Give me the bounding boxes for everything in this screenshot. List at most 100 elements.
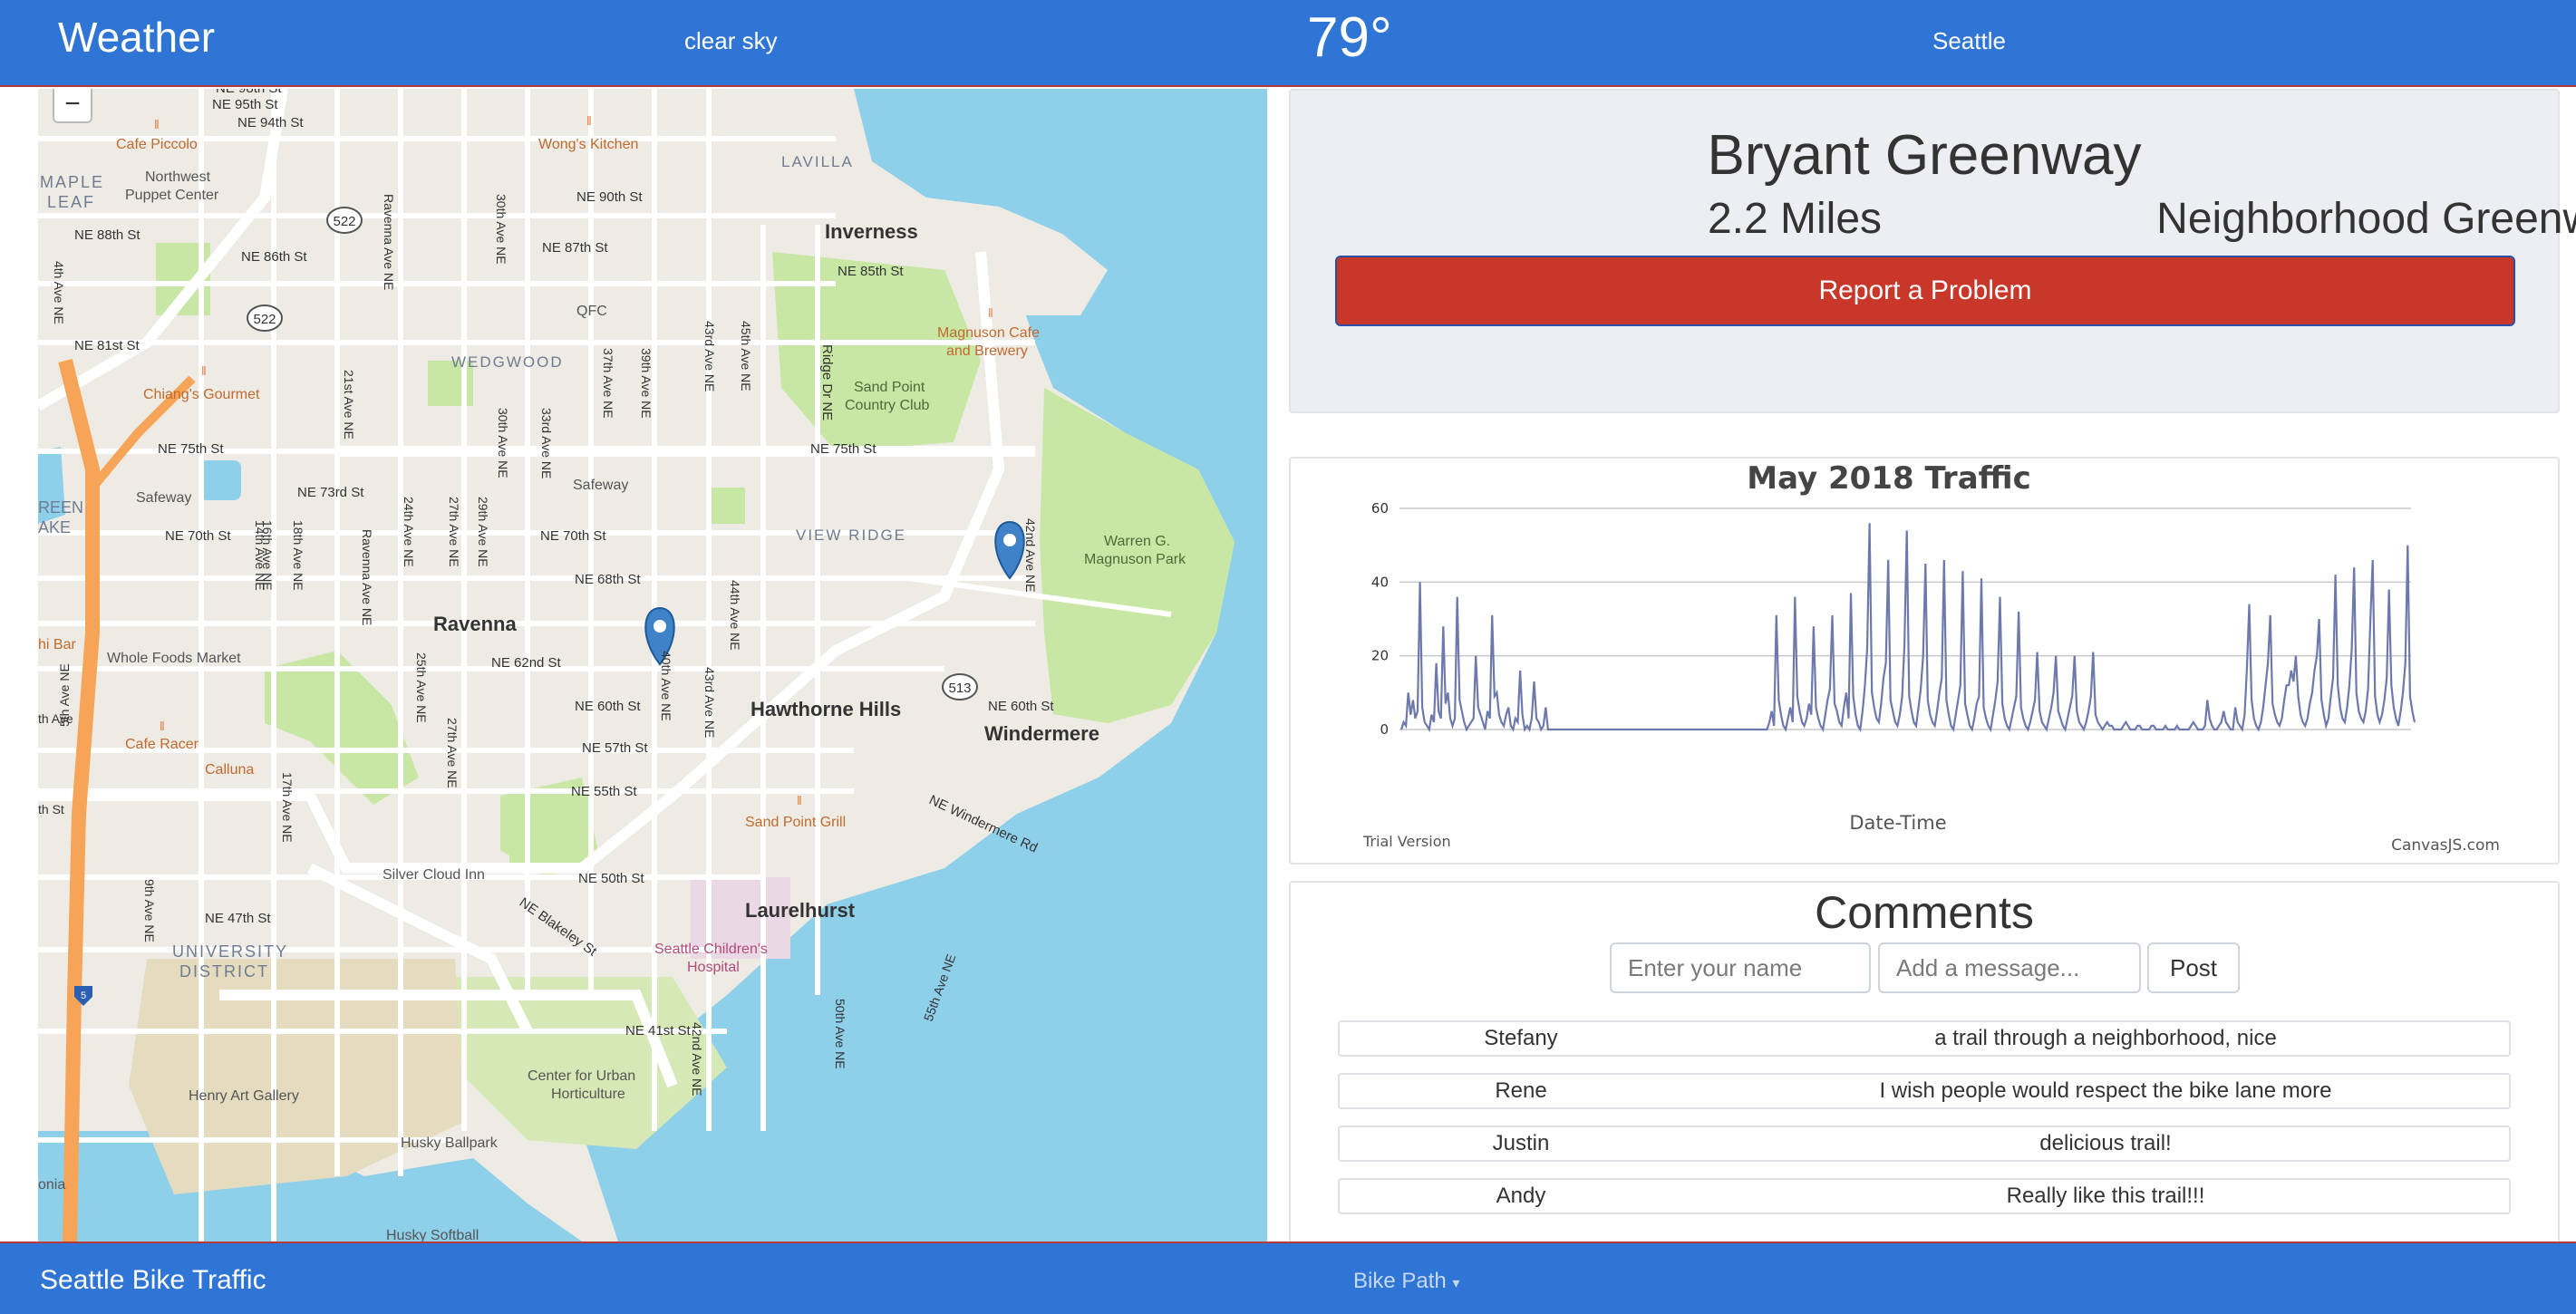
comment-row: Justin delicious trail! — [1338, 1126, 2511, 1162]
svg-text:Husky Ballpark: Husky Ballpark — [401, 1135, 499, 1151]
svg-text:NE 90th St: NE 90th St — [576, 189, 643, 205]
chevron-down-icon: ▾ — [1452, 1276, 1460, 1291]
svg-text:522: 522 — [333, 214, 355, 229]
svg-text:17th Ave NE: 17th Ave NE — [280, 772, 295, 843]
svg-text:NE 68th St: NE 68th St — [575, 572, 641, 587]
svg-text:513: 513 — [948, 681, 971, 696]
svg-text:Puppet Center: Puppet Center — [125, 188, 219, 203]
svg-text:Ravenna: Ravenna — [433, 613, 517, 635]
svg-text:Country Club: Country Club — [845, 398, 929, 413]
svg-text:Northwest: Northwest — [145, 169, 211, 185]
svg-text:18th Ave NE: 18th Ave NE — [291, 520, 305, 591]
svg-text:QFC: QFC — [576, 304, 607, 319]
svg-text:42nd Ave NE: 42nd Ave NE — [1023, 518, 1038, 592]
svg-text:Hospital: Hospital — [687, 960, 740, 975]
svg-text:NE 85th St: NE 85th St — [838, 264, 904, 279]
comment-message: Really like this trail!!! — [2006, 1184, 2205, 1208]
svg-text:30th Ave NE: 30th Ave NE — [494, 194, 508, 265]
svg-text:9th Ave NE: 9th Ave NE — [142, 879, 157, 942]
svg-text:43rd Ave NE: 43rd Ave NE — [702, 321, 717, 391]
chart-canvasjs-credit[interactable]: CanvasJS.com — [2391, 836, 2500, 855]
weather-city: Seattle — [1932, 27, 2006, 54]
trail-name: Bryant Greenway — [1707, 124, 2142, 187]
trail-info-card: Bryant Greenway 2.2 Miles Neighborhood G… — [1289, 89, 2576, 413]
svg-text:NE 73rd St: NE 73rd St — [297, 485, 364, 500]
weather-temperature: 79° — [1307, 6, 1392, 69]
svg-text:NE 88th St: NE 88th St — [74, 227, 140, 243]
comment-author: Andy — [1496, 1184, 1546, 1208]
svg-text:Magnuson Cafe: Magnuson Cafe — [937, 325, 1040, 341]
svg-text:onia: onia — [38, 1177, 65, 1193]
svg-text:50th Ave NE: 50th Ave NE — [833, 999, 847, 1069]
svg-text:Seattle Children's: Seattle Children's — [654, 942, 768, 957]
traffic-chart: May 2018 Traffic 0 20 40 60 Date-Time Trial… — [1362, 460, 2500, 855]
svg-text:WEDGWOOD: WEDGWOOD — [451, 353, 564, 371]
svg-text:NE 98th St: NE 98th St — [216, 89, 282, 96]
svg-text:NE 70th St: NE 70th St — [540, 528, 606, 544]
post-comment-button[interactable]: Post — [2147, 942, 2240, 993]
svg-text:NE 70th St: NE 70th St — [165, 528, 231, 544]
chart-y-tick-label: 20 — [1371, 648, 1389, 664]
svg-text:Center for Urban: Center for Urban — [528, 1068, 635, 1084]
svg-text:Sand Point Grill: Sand Point Grill — [745, 815, 846, 830]
svg-text:Cafe Racer: Cafe Racer — [125, 737, 199, 752]
comments-card: Comments Post Stefany a trail through a … — [1289, 881, 2560, 1261]
svg-text:24th Ave NE: 24th Ave NE — [402, 497, 416, 567]
svg-text:522: 522 — [253, 312, 276, 327]
svg-text:Horticulture: Horticulture — [551, 1087, 625, 1102]
svg-text:16th Ave NE: 16th Ave NE — [260, 520, 275, 591]
comment-row: Stefany a trail through a neighborhood, … — [1338, 1020, 2511, 1057]
bike-path-dropdown[interactable]: Bike Path ▾ — [1353, 1269, 1459, 1294]
trail-map[interactable]: 522 522 513 5 ǁ ǁ ǁ ǁ ǁ ǁ Inverness Ravenna… — [38, 89, 1267, 1242]
svg-text:Sand Point: Sand Point — [854, 380, 925, 395]
svg-text:NE 57th St: NE 57th St — [582, 740, 648, 756]
comment-message-input[interactable] — [1878, 942, 2141, 993]
comment-message: I wish people would respect the bike lan… — [1879, 1078, 2332, 1103]
svg-text:Safeway: Safeway — [573, 478, 628, 493]
svg-text:NE 87th St: NE 87th St — [542, 240, 608, 256]
map-canvas[interactable]: 522 522 513 5 ǁ ǁ ǁ ǁ ǁ ǁ Inverness Ravenna… — [38, 89, 1267, 1242]
trail-marker-north[interactable] — [994, 520, 1025, 580]
svg-text:ǁ: ǁ — [201, 363, 207, 378]
svg-text:hi Bar: hi Bar — [38, 637, 76, 652]
svg-text:Inverness: Inverness — [825, 220, 918, 243]
svg-text:ǁ: ǁ — [988, 305, 993, 320]
comment-message: delicious trail! — [2039, 1131, 2172, 1155]
chart-title: May 2018 Traffic — [1747, 460, 2030, 497]
svg-text:45th Ave NE: 45th Ave NE — [739, 321, 753, 391]
svg-text:Silver Cloud Inn: Silver Cloud Inn — [383, 867, 485, 883]
zoom-out-button[interactable]: − — [53, 89, 92, 123]
svg-text:39th Ave NE: 39th Ave NE — [639, 348, 654, 419]
svg-text:42nd Ave NE: 42nd Ave NE — [690, 1022, 704, 1096]
svg-text:Windermere: Windermere — [984, 722, 1099, 745]
svg-text:NE 75th St: NE 75th St — [810, 441, 876, 457]
route-shield-522-south: 522 — [247, 304, 283, 332]
svg-text:AKE: AKE — [38, 518, 71, 536]
svg-text:NE 86th St: NE 86th St — [241, 249, 307, 265]
svg-text:43rd Ave NE: 43rd Ave NE — [702, 667, 717, 738]
svg-text:Henry Art Gallery: Henry Art Gallery — [189, 1088, 299, 1104]
report-problem-button[interactable]: Report a Problem — [1335, 256, 2515, 326]
park-square-4 — [509, 796, 591, 868]
app-title[interactable]: Seattle Bike Traffic — [40, 1265, 266, 1296]
svg-text:27th Ave NE: 27th Ave NE — [445, 718, 460, 788]
app-navbar: Seattle Bike Traffic Bike Path ▾ — [0, 1242, 2576, 1314]
svg-text:Hawthorne Hills: Hawthorne Hills — [751, 698, 901, 720]
svg-text:LEAF: LEAF — [47, 193, 95, 211]
route-shield-522-north: 522 — [326, 207, 363, 234]
comment-name-input[interactable] — [1610, 942, 1871, 993]
chart-y-tick-label: 40 — [1371, 574, 1389, 590]
comment-row: Andy Really like this trail!!! — [1338, 1178, 2511, 1214]
comment-message: a trail through a neighborhood, nice — [1934, 1026, 2277, 1050]
weather-brand: Weather — [58, 14, 216, 61]
svg-text:44th Ave NE: 44th Ave NE — [728, 580, 742, 651]
chart-y-tick-label: 0 — [1380, 721, 1389, 738]
svg-text:Ravenna Ave NE: Ravenna Ave NE — [382, 194, 396, 290]
route-shield-513: 513 — [942, 673, 978, 700]
svg-text:REEN: REEN — [38, 498, 83, 517]
weather-bar: Weather clear sky 79° Seattle — [0, 0, 2576, 87]
bike-path-dropdown-label: Bike Path — [1353, 1269, 1447, 1293]
svg-text:LAVILLA: LAVILLA — [781, 153, 854, 170]
svg-text:NE 41st St: NE 41st St — [625, 1023, 692, 1039]
comment-row: Rene I wish people would respect the bik… — [1338, 1073, 2511, 1109]
